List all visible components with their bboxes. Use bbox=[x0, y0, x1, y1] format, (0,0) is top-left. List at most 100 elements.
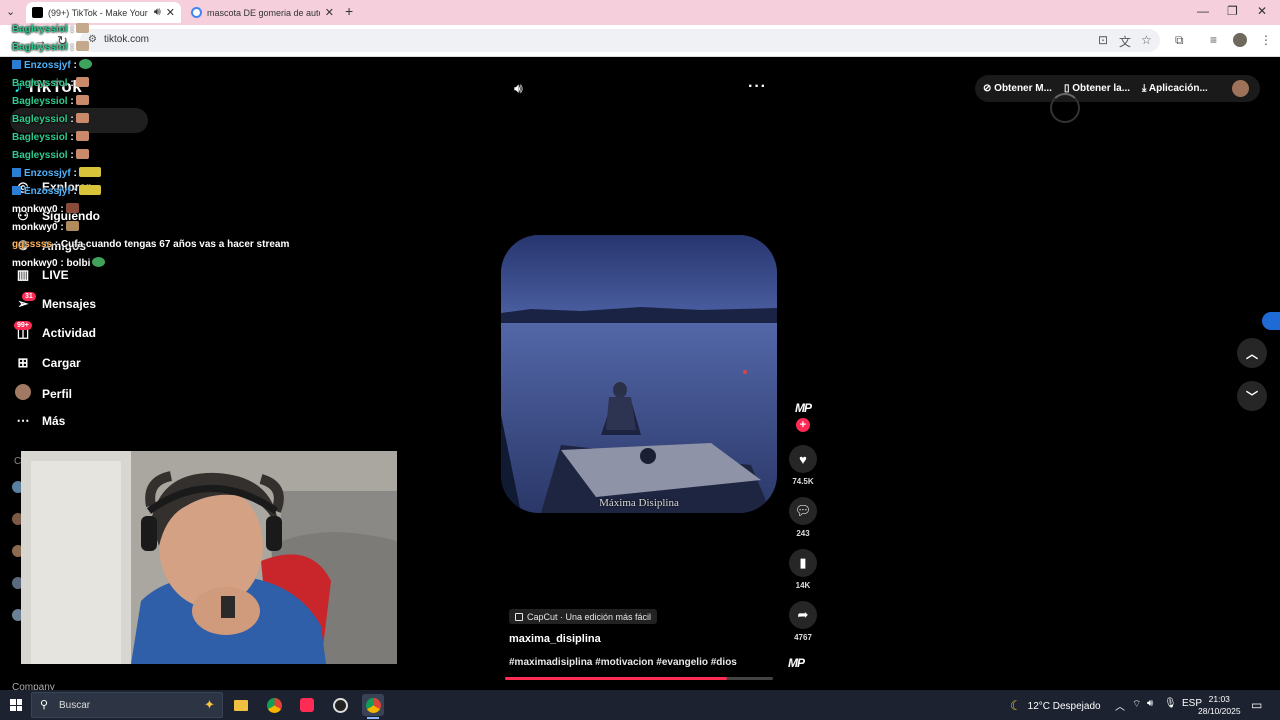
voice-access-tab[interactable] bbox=[1262, 312, 1280, 330]
emote-icon bbox=[65, 221, 79, 231]
user-avatar[interactable] bbox=[1232, 80, 1249, 97]
chat-text: : bbox=[73, 60, 77, 71]
platform-badge-icon bbox=[12, 168, 21, 177]
address-bar-row: ← → ↻ ⚙ tiktok.com ⊡ 文 ☆ ⧉ ≡ ⋮ bbox=[0, 25, 1280, 57]
file-explorer-icon[interactable] bbox=[230, 694, 252, 716]
chat-text: : bbox=[70, 78, 74, 89]
heart-icon[interactable]: ♥ bbox=[789, 445, 817, 473]
windows-start-icon[interactable] bbox=[10, 699, 22, 711]
translate-icon[interactable]: 文 bbox=[1119, 33, 1131, 50]
creator-avatar[interactable]: MP bbox=[788, 401, 818, 419]
tab-google-search[interactable]: mascota DE gomeria de autos - ✕ bbox=[185, 2, 340, 23]
platform-badge-icon bbox=[12, 60, 21, 69]
comment-count: 243 bbox=[796, 529, 810, 538]
chat-message: monkwy0 : bbox=[12, 221, 79, 233]
follow-button[interactable]: + bbox=[796, 418, 810, 432]
capcut-template-chip[interactable]: CapCut · Una edición más fácil bbox=[509, 609, 658, 624]
emote-icon bbox=[75, 113, 89, 123]
speaker-icon[interactable]: 🔊︎ bbox=[1147, 698, 1153, 709]
save-action[interactable]: ▮ 14K bbox=[788, 549, 818, 590]
chat-text: : bbox=[70, 24, 74, 35]
comment-icon[interactable]: 💬︎ bbox=[789, 497, 817, 525]
top-actions-bar: ⊘ Obtener M... ▯ Obtener la... ⤓ Aplicac… bbox=[975, 75, 1260, 102]
weather-widget[interactable]: ☾ 12°C Despejado bbox=[1010, 698, 1101, 714]
share-icon[interactable]: ➦ bbox=[789, 601, 817, 629]
tab-close-icon[interactable]: ✕ bbox=[166, 6, 175, 19]
share-count: 4767 bbox=[794, 633, 812, 642]
bookmark-star-icon[interactable]: ☆ bbox=[1141, 33, 1152, 47]
search-highlight-icon: ✦ bbox=[204, 697, 215, 712]
taskbar-clock[interactable]: 21:03 28/10/2025 bbox=[1198, 693, 1241, 717]
taskbar-search-input[interactable]: ⚲ Buscar ✦ bbox=[31, 692, 223, 718]
chat-text: : bbox=[70, 114, 74, 125]
sidebar-item-cargar[interactable]: ⊞ Cargar bbox=[14, 355, 81, 371]
minimize-button[interactable]: — bbox=[1197, 4, 1209, 18]
browser-menu-icon[interactable]: ⋮ bbox=[1260, 33, 1272, 47]
tiktok-app-icon[interactable] bbox=[296, 694, 318, 716]
next-video-button[interactable]: ﹀ bbox=[1237, 381, 1267, 411]
video-progress-bar[interactable] bbox=[505, 677, 773, 680]
tab-audio-icon[interactable]: 🔊︎ bbox=[154, 6, 161, 19]
network-icon[interactable]: ⌔ bbox=[1132, 698, 1141, 711]
previous-video-button[interactable]: ︿ bbox=[1237, 338, 1267, 368]
like-action[interactable]: ♥ 74.5K bbox=[788, 445, 818, 486]
sidebar-item-live[interactable]: ▥ LIVE bbox=[14, 267, 69, 283]
capcut-label: CapCut · Una edición más fácil bbox=[527, 611, 652, 622]
sidebar-item-perfil[interactable]: Perfil bbox=[14, 384, 72, 403]
url-text: tiktok.com bbox=[104, 34, 150, 45]
upload-icon: ⊞ bbox=[17, 355, 29, 370]
get-coins-button[interactable]: ⊘ Obtener M... bbox=[983, 83, 1052, 94]
more-options-icon[interactable]: ··· bbox=[748, 78, 767, 96]
close-window-button[interactable]: ✕ bbox=[1257, 4, 1267, 18]
desktop-app-button[interactable]: ⤓ Aplicación... bbox=[1142, 83, 1208, 94]
emote-icon bbox=[75, 41, 89, 51]
microphone-icon[interactable]: 🎙︎ bbox=[1164, 698, 1177, 709]
sidebar-item-mas[interactable]: ⋯ Más bbox=[14, 413, 66, 429]
messages-badge: 31 bbox=[22, 292, 36, 301]
comment-action[interactable]: 💬︎ 243 bbox=[788, 497, 818, 538]
tab-close-icon[interactable]: ✕ bbox=[325, 6, 334, 19]
chrome-active-icon[interactable] bbox=[362, 694, 384, 719]
chat-username: Bagleyssiol bbox=[12, 132, 68, 143]
emote-icon bbox=[92, 257, 106, 267]
url-field[interactable]: ⚙ tiktok.com bbox=[80, 29, 1160, 52]
chrome-icon[interactable] bbox=[263, 694, 285, 716]
notifications-icon[interactable]: ▭ bbox=[1251, 698, 1262, 712]
search-placeholder: Buscar bbox=[59, 700, 91, 711]
obs-icon[interactable] bbox=[329, 694, 351, 716]
site-settings-icon[interactable]: ⚙ bbox=[88, 34, 97, 45]
emote-icon bbox=[78, 185, 101, 195]
extensions-icon[interactable]: ⧉ bbox=[1175, 33, 1184, 48]
tab-list-chevron-icon[interactable]: ⌄ bbox=[6, 5, 15, 18]
sidebar-item-label: Cargar bbox=[42, 356, 81, 370]
video-player[interactable]: Máxima Disiplina bbox=[501, 235, 777, 513]
bookmark-icon[interactable]: ▮ bbox=[789, 549, 817, 577]
new-tab-button[interactable]: + bbox=[345, 3, 353, 19]
emote-icon bbox=[75, 77, 89, 87]
sidebar-item-label: LIVE bbox=[42, 268, 69, 282]
volume-icon[interactable]: 🔊︎ bbox=[514, 80, 523, 97]
chat-text: : bbox=[70, 42, 74, 53]
video-hashtags[interactable]: #maximadisiplina #motivacion #evangelio … bbox=[509, 657, 737, 668]
save-count: 14K bbox=[795, 581, 811, 590]
restore-button[interactable]: ❐ bbox=[1227, 4, 1238, 18]
share-action[interactable]: ➦ 4767 bbox=[788, 601, 818, 642]
chat-text: : bolbi bbox=[60, 258, 91, 269]
get-app-button[interactable]: ▯ Obtener la... bbox=[1064, 83, 1130, 94]
browser-profile-avatar[interactable] bbox=[1233, 33, 1247, 47]
chevron-up-icon: ︿ bbox=[1245, 346, 1258, 361]
chat-message: Bagleyssiol : bbox=[12, 41, 89, 53]
install-app-icon[interactable]: ⊡ bbox=[1098, 33, 1108, 47]
emote-icon bbox=[75, 149, 89, 159]
chat-username: Enzossjyf bbox=[24, 168, 71, 179]
like-count: 74.5K bbox=[792, 477, 814, 486]
chat-username: Enzossjyf bbox=[24, 186, 71, 197]
chat-username: Bagleyssiol bbox=[12, 114, 68, 125]
chevron-up-tray-icon[interactable]: ︿ bbox=[1115, 698, 1125, 713]
loading-spinner-icon bbox=[1050, 93, 1080, 123]
tab-tiktok[interactable]: (99+) TikTok - Make Your Day 🔊︎ ✕ bbox=[26, 2, 181, 23]
media-controls-icon[interactable]: ≡ bbox=[1210, 33, 1217, 47]
video-author[interactable]: maxima_disiplina bbox=[509, 633, 601, 645]
chat-username: Bagleyssiol bbox=[12, 96, 68, 107]
music-disc-icon[interactable]: MP bbox=[788, 656, 805, 670]
